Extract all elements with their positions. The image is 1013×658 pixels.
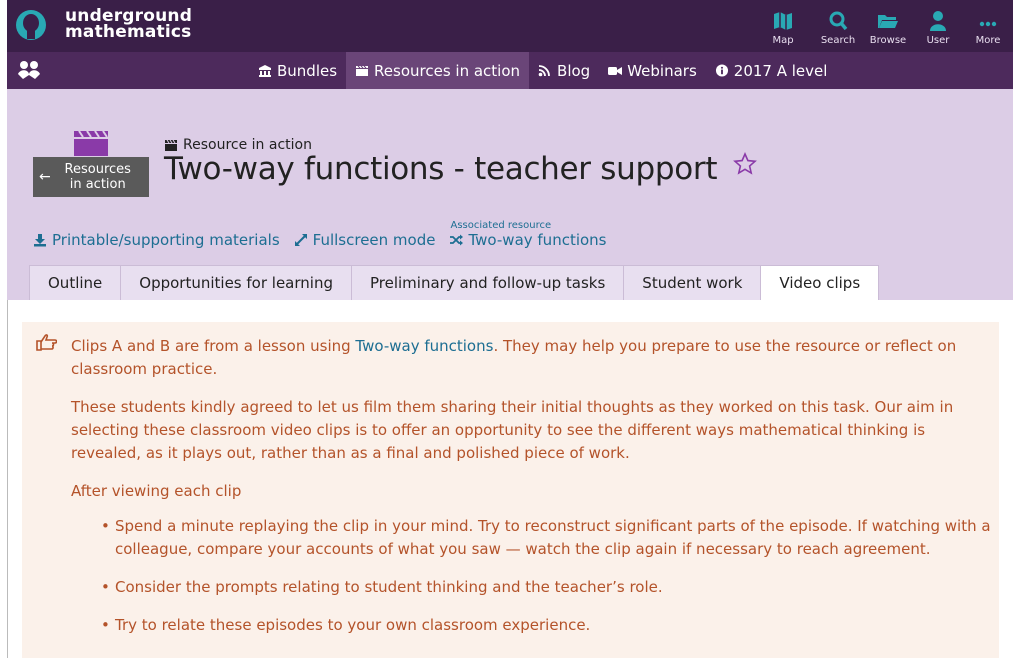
nav-browse-label: Browse (869, 35, 907, 46)
shuffle-icon (450, 234, 464, 246)
printable-materials-label: Printable/supporting materials (52, 231, 280, 249)
arrow-left-icon: ← (39, 168, 51, 185)
download-icon (34, 234, 46, 247)
intro-text-before: Clips A and B are from a lesson using (71, 337, 356, 355)
back-button-label: Resources in action (64, 162, 131, 192)
teacher-note-panel: Clips A and B are from a lesson using Tw… (22, 322, 999, 658)
students-paragraph: These students kindly agreed to let us f… (71, 398, 954, 462)
subnav-webinars-label: Webinars (627, 61, 697, 80)
subnav-a-level-label: 2017 A level (733, 61, 828, 80)
nav-map-label: Map (772, 35, 794, 46)
content-left-border (7, 300, 8, 658)
two-way-functions-link[interactable]: Two-way functions (355, 337, 493, 355)
nav-map[interactable]: Map (758, 0, 808, 52)
subnav-resources-in-action-label: Resources in action (374, 61, 521, 80)
subnav-resources-in-action[interactable]: Resources in action (346, 52, 530, 89)
tab-outline[interactable]: Outline (29, 265, 122, 300)
intro-paragraph: Clips A and B are from a lesson using Tw… (71, 335, 981, 381)
subnav-a-level[interactable]: 2017 A level (706, 52, 837, 89)
star-icon[interactable] (732, 152, 757, 176)
associated-resource: Associated resource Two-way functions (449, 220, 620, 249)
user-icon (930, 11, 946, 31)
tab-preliminary-and-follow-up-tasks[interactable]: Preliminary and follow-up tasks (350, 265, 625, 300)
after-viewing-heading: After viewing each clip (71, 482, 242, 500)
back-to-resources-in-action-button[interactable]: ← Resources in action (33, 157, 149, 197)
list-item: Consider the prompts relating to student… (101, 576, 991, 599)
tab-opportunities-for-learning[interactable]: Opportunities for learning (120, 265, 352, 300)
nav-search-label: Search (820, 35, 856, 46)
top-header: underground mathematics Map Search Brows… (7, 0, 1013, 52)
list-item: Spend a minute replaying the clip in you… (101, 515, 991, 561)
list-item: Try to relate these episodes to your own… (101, 614, 991, 637)
secondary-nav-bar: Bundles Resources in action Blog Webinar… (7, 52, 1013, 89)
page-title: Two-way functions - teacher support (164, 151, 757, 187)
subnav-webinars[interactable]: Webinars (599, 52, 706, 89)
associated-resource-link-label: Two-way functions (468, 231, 607, 249)
resource-links: Printable/supporting materials Fullscree… (33, 220, 621, 249)
folder-icon (878, 15, 898, 28)
subnav-blog-label: Blog (557, 61, 591, 80)
clapper-icon (356, 65, 369, 76)
info-icon (715, 64, 728, 77)
people-icon[interactable] (17, 60, 41, 80)
top-nav: Map Search Browse User More (758, 0, 1013, 52)
more-icon (979, 21, 997, 27)
tab-video-clips[interactable]: Video clips (760, 265, 880, 300)
logo-text[interactable]: underground mathematics (65, 8, 192, 42)
nav-more-label: More (975, 35, 1001, 46)
printable-materials-link[interactable]: Printable/supporting materials (33, 231, 280, 249)
nav-search[interactable]: Search (813, 0, 863, 52)
associated-resource-label: Associated resource (450, 220, 552, 231)
expand-icon (294, 234, 307, 246)
logo-line-2: mathematics (65, 22, 192, 42)
fullscreen-mode-link[interactable]: Fullscreen mode (294, 231, 436, 249)
nav-user[interactable]: User (913, 0, 963, 52)
resource-banner: ← Resources in action Resource in action… (7, 89, 1013, 300)
tab-bar: Outline Opportunities for learning Preli… (29, 265, 880, 300)
clapper-icon (165, 139, 177, 151)
tab-student-work[interactable]: Student work (623, 265, 762, 300)
associated-resource-link[interactable]: Two-way functions (449, 231, 607, 249)
subnav-bundles[interactable]: Bundles (249, 52, 346, 89)
nav-browse[interactable]: Browse (863, 0, 913, 52)
rss-icon (538, 65, 550, 77)
secondary-nav: Bundles Resources in action Blog Webinar… (249, 52, 836, 89)
fullscreen-mode-label: Fullscreen mode (312, 231, 436, 249)
nav-user-label: User (926, 35, 950, 46)
page-title-text: Two-way functions - teacher support (164, 151, 718, 187)
viewing-guidance-list: Spend a minute replaying the clip in you… (101, 515, 991, 652)
map-icon (774, 12, 792, 30)
video-camera-icon (608, 67, 623, 75)
resources-in-action-logo-icon (74, 130, 108, 156)
subnav-blog[interactable]: Blog (529, 52, 599, 89)
pointing-hand-icon (36, 334, 57, 351)
search-icon (829, 11, 848, 31)
subnav-bundles-label: Bundles (277, 61, 338, 80)
logo-icon[interactable] (15, 9, 47, 41)
bundles-icon (259, 65, 271, 77)
nav-more[interactable]: More (963, 0, 1013, 52)
